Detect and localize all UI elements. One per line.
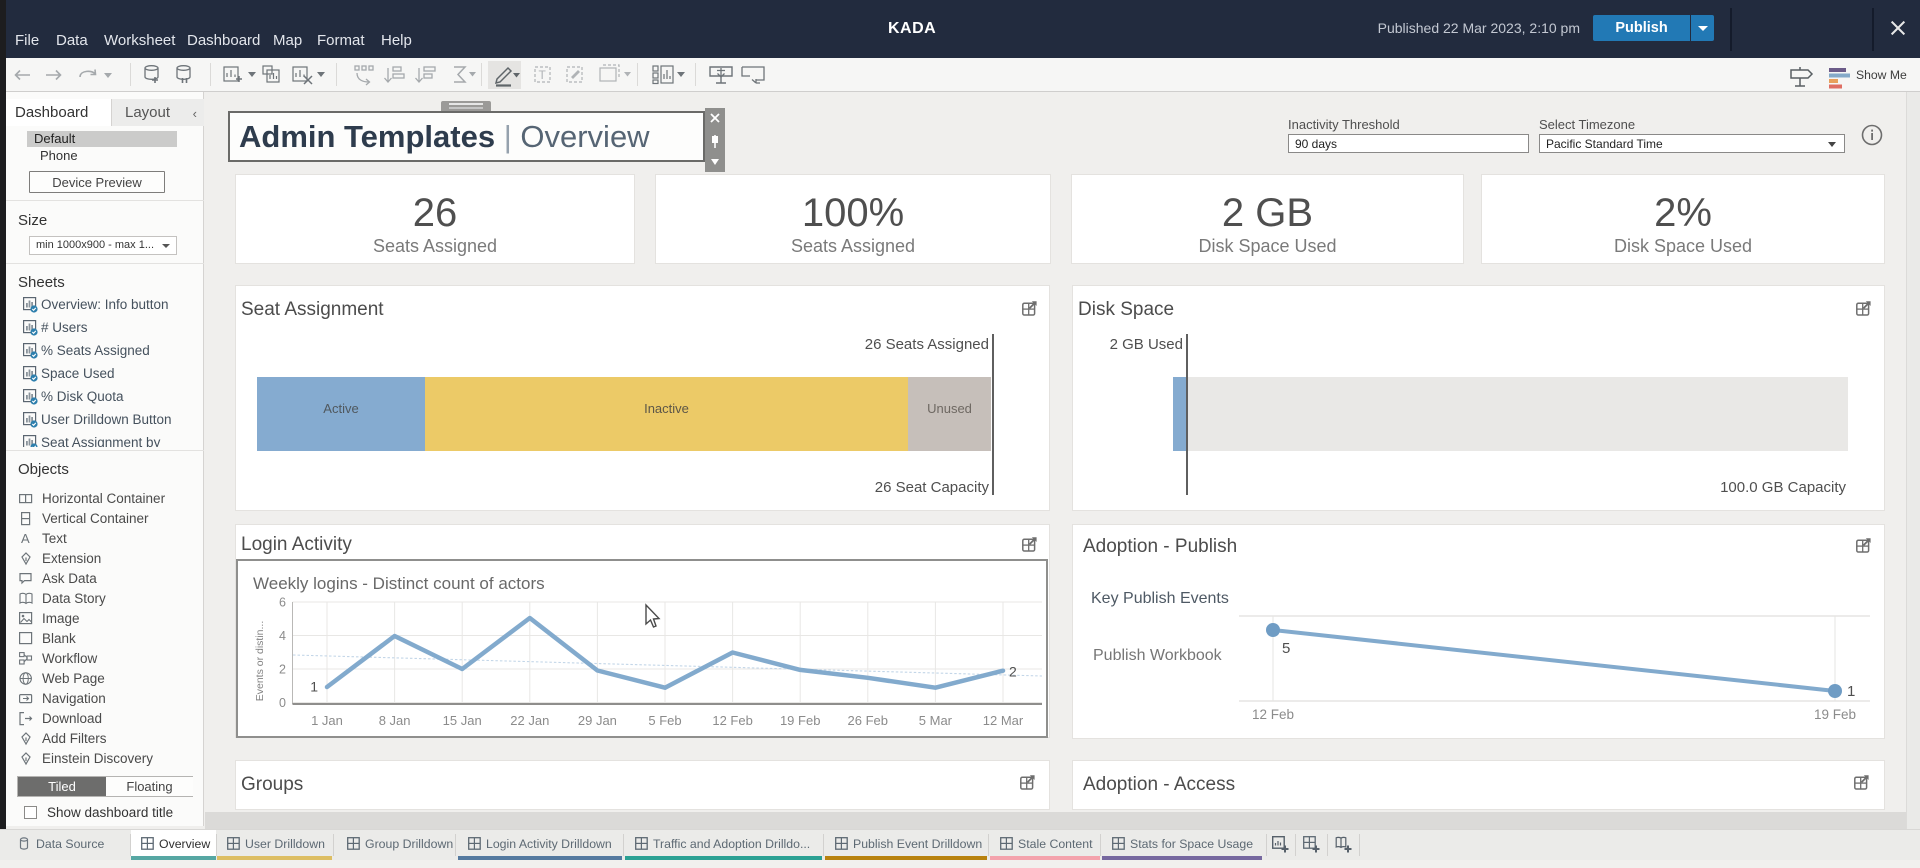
svg-text:22 Jan: 22 Jan <box>510 713 549 728</box>
svg-text:6: 6 <box>279 596 286 610</box>
svg-text:5 Mar: 5 Mar <box>919 713 953 728</box>
svg-text:1: 1 <box>310 679 318 695</box>
svg-text:29 Jan: 29 Jan <box>578 713 617 728</box>
svg-text:A: A <box>21 532 30 546</box>
svg-text:1 Jan: 1 Jan <box>311 713 343 728</box>
svg-text:Show Me: Show Me <box>1856 68 1907 82</box>
svg-text:1: 1 <box>1847 683 1855 700</box>
svg-text:12 Feb: 12 Feb <box>712 713 752 728</box>
svg-text:8 Jan: 8 Jan <box>379 713 411 728</box>
svg-text:15 Jan: 15 Jan <box>443 713 482 728</box>
svg-text:19 Feb: 19 Feb <box>780 713 820 728</box>
svg-text:5: 5 <box>1282 640 1290 657</box>
svg-text:26 Feb: 26 Feb <box>848 713 888 728</box>
svg-text:12 Feb: 12 Feb <box>1252 707 1294 722</box>
svg-text:19 Feb: 19 Feb <box>1814 707 1856 722</box>
svg-text:5 Feb: 5 Feb <box>648 713 681 728</box>
svg-text:12 Mar: 12 Mar <box>983 713 1024 728</box>
svg-text:0: 0 <box>279 696 286 710</box>
svg-text:Events or distin...: Events or distin... <box>254 621 266 702</box>
svg-text:4: 4 <box>279 629 286 643</box>
svg-text:T: T <box>539 68 547 82</box>
svg-text:2: 2 <box>1009 664 1017 680</box>
svg-text:2: 2 <box>279 663 286 677</box>
